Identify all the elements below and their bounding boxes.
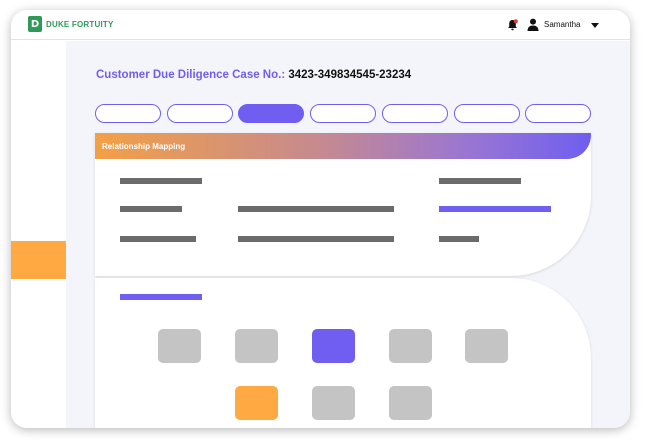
step-6[interactable] xyxy=(454,104,520,123)
step-3-active[interactable] xyxy=(238,104,304,123)
main-content: Customer Due Diligence Case No.: 3423-34… xyxy=(66,41,630,428)
tile-row1-4[interactable] xyxy=(389,329,432,363)
placeholder-text-line xyxy=(238,236,394,242)
brand-name: DUKE FORTUITY xyxy=(46,19,114,29)
placeholder-text-line xyxy=(439,178,521,184)
tile-row2-3[interactable] xyxy=(389,386,432,420)
entity-tiles-card xyxy=(95,278,591,428)
step-4[interactable] xyxy=(310,104,376,123)
case-number: 3423-349834545-23234 xyxy=(288,69,412,81)
section-title: Relationship Mapping xyxy=(102,142,186,151)
placeholder-heading-line xyxy=(120,294,202,300)
placeholder-text-line xyxy=(120,236,196,242)
sidebar-item-active[interactable] xyxy=(11,241,66,279)
step-1[interactable] xyxy=(95,104,161,123)
top-bar: D DUKE FORTUITY Samantha xyxy=(11,10,630,40)
relationship-mapping-card: Relationship Mapping xyxy=(95,133,591,276)
app-window: D DUKE FORTUITY Samantha Customer Due Di… xyxy=(11,10,630,428)
step-7[interactable] xyxy=(525,104,591,123)
placeholder-link-line[interactable] xyxy=(439,206,551,212)
placeholder-text-line xyxy=(120,178,202,184)
tile-row1-1[interactable] xyxy=(158,329,201,363)
page-title: Customer Due Diligence Case No.: 3423-34… xyxy=(96,69,411,81)
placeholder-text-line xyxy=(238,206,394,212)
logo-mark-icon: D xyxy=(28,16,42,32)
placeholder-text-line xyxy=(439,236,479,242)
brand-logo[interactable]: D DUKE FORTUITY xyxy=(28,16,114,32)
tile-row1-3-selected[interactable] xyxy=(312,329,355,363)
caret-down-icon[interactable] xyxy=(591,23,599,28)
case-label: Customer Due Diligence Case No.: xyxy=(96,69,286,81)
sidebar xyxy=(11,41,66,428)
tile-row2-1-highlighted[interactable] xyxy=(235,386,278,420)
tile-row2-2[interactable] xyxy=(312,386,355,420)
bell-icon[interactable] xyxy=(507,19,518,31)
placeholder-text-line xyxy=(120,206,182,212)
tile-row1-2[interactable] xyxy=(235,329,278,363)
section-header: Relationship Mapping xyxy=(95,133,591,159)
step-5[interactable] xyxy=(382,104,448,123)
user-name[interactable]: Samantha xyxy=(544,20,580,29)
step-2[interactable] xyxy=(167,104,233,123)
tile-row1-5[interactable] xyxy=(465,329,508,363)
user-icon[interactable] xyxy=(527,18,539,31)
